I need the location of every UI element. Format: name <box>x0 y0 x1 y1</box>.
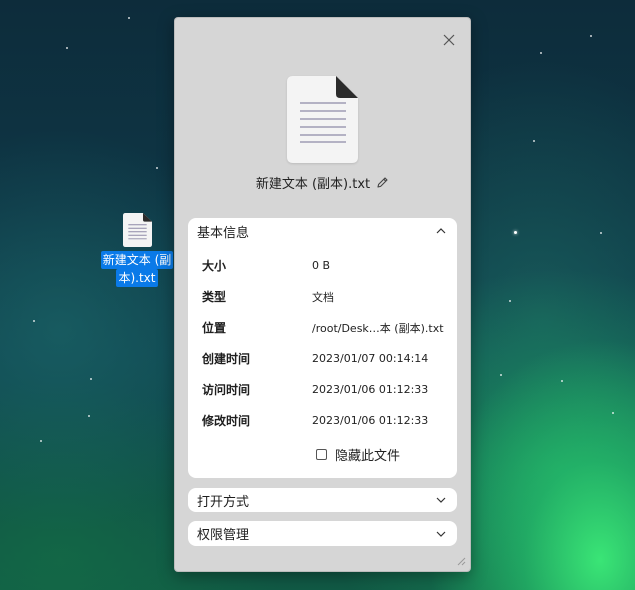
hide-file-checkbox[interactable]: 隐藏此文件 <box>188 440 457 468</box>
chevron-down-icon <box>436 531 446 537</box>
open-with-header[interactable]: 打开方式 <box>188 488 457 512</box>
info-row-type: 类型 文档 <box>188 281 457 312</box>
star <box>88 415 90 417</box>
hide-file-label: 隐藏此文件 <box>335 448 401 464</box>
info-label: 类型 <box>202 290 227 304</box>
info-label: 创建时间 <box>202 352 251 366</box>
text-file-icon <box>123 213 152 247</box>
desktop-file-label[interactable]: 新建文本 (副 本).txt <box>100 251 174 287</box>
info-label: 访问时间 <box>202 383 251 397</box>
info-label: 修改时间 <box>202 414 251 428</box>
info-value: 2023/01/07 00:14:14 <box>312 352 429 365</box>
star <box>128 17 130 19</box>
filename-row: 新建文本 (副本).txt <box>175 173 470 192</box>
resize-grip[interactable] <box>456 556 466 566</box>
star <box>514 231 517 234</box>
text-file-icon-graphic <box>123 213 152 247</box>
info-label: 位置 <box>202 321 227 335</box>
pencil-icon <box>377 176 388 188</box>
resize-grip-icon <box>457 557 466 566</box>
star <box>33 320 35 322</box>
info-row-accessed: 访问时间 2023/01/06 01:12:33 <box>188 374 457 405</box>
star <box>540 52 542 54</box>
open-with-title: 打开方式 <box>197 494 250 510</box>
info-row-location: 位置 /root/Desk…本 (副本).txt <box>188 312 457 343</box>
text-document-icon-graphic <box>287 76 358 163</box>
info-value: 文档 <box>312 290 334 304</box>
info-row-created: 创建时间 2023/01/07 00:14:14 <box>188 343 457 374</box>
star <box>90 378 92 380</box>
info-rows: 大小 0 B 类型 文档 位置 /root/Desk…本 (副本).txt 创建… <box>188 250 457 436</box>
star <box>600 232 602 234</box>
star <box>156 167 158 169</box>
desktop-file-label-text: 新建文本 (副 <box>100 251 174 269</box>
open-with-panel: 打开方式 <box>188 488 457 512</box>
star <box>561 380 563 382</box>
star <box>500 374 502 376</box>
star <box>612 412 614 414</box>
file-name: 新建文本 (副本).txt <box>255 176 371 192</box>
checkbox-box[interactable] <box>316 448 327 460</box>
rename-button[interactable] <box>376 176 389 189</box>
desktop-file-label-line: 新建文本 (副 <box>100 251 174 269</box>
info-value: /root/Desk…本 (副本).txt <box>312 321 444 335</box>
desktop-file-label-line: 本).txt <box>100 269 174 287</box>
close-icon <box>443 34 455 46</box>
permissions-title: 权限管理 <box>197 528 250 543</box>
star <box>590 35 592 37</box>
basic-info-panel: 基本信息 大小 0 B 类型 文档 位置 /root/Desk…本 (副本).t… <box>188 218 457 478</box>
star <box>66 47 68 49</box>
desktop-file-label-text: 本).txt <box>116 269 158 287</box>
star <box>533 140 535 142</box>
basic-info-title: 基本信息 <box>197 225 250 241</box>
info-row-modified: 修改时间 2023/01/06 01:12:33 <box>188 405 457 436</box>
info-value: 2023/01/06 01:12:33 <box>312 383 429 396</box>
chevron-down-icon <box>436 497 446 503</box>
basic-info-header[interactable]: 基本信息 <box>188 218 457 244</box>
text-document-icon <box>287 76 358 163</box>
info-value: 2023/01/06 01:12:33 <box>312 414 429 427</box>
desktop-file-item[interactable]: 新建文本 (副 本).txt <box>100 211 174 289</box>
info-value: 0 B <box>312 259 331 272</box>
file-properties-dialog: 新建文本 (副本).txt 基本信息 大小 0 B 类型 文档 位置 /root… <box>174 17 471 572</box>
info-row-size: 大小 0 B <box>188 250 457 281</box>
star <box>40 440 42 442</box>
permissions-panel: 权限管理 <box>188 521 457 546</box>
star <box>509 300 511 302</box>
close-button[interactable] <box>441 32 457 48</box>
chevron-up-icon <box>436 228 446 234</box>
info-label: 大小 <box>202 259 227 273</box>
permissions-header[interactable]: 权限管理 <box>188 521 457 546</box>
